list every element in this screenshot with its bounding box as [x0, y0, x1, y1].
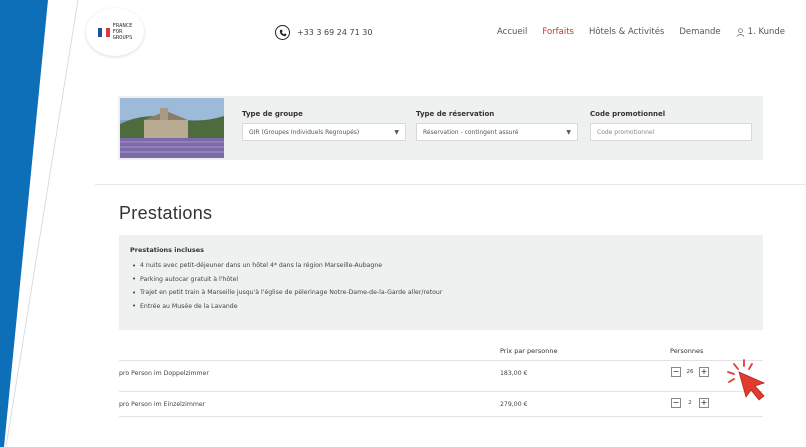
decrement-button[interactable]: − — [671, 367, 681, 377]
nav-demande[interactable]: Demande — [679, 27, 720, 37]
chevron-down-icon: ▼ — [566, 128, 571, 136]
persons-stepper: − 2 + — [671, 398, 709, 408]
reservation-type-filter: Type de réservation Réservation - contin… — [416, 110, 578, 141]
persons-column-header: Personnes — [670, 347, 704, 355]
persons-count[interactable]: 26 — [686, 369, 694, 375]
section-divider — [95, 184, 806, 185]
list-item: Entrée au Musée de la Lavande — [130, 302, 752, 310]
price-cell: 279,00 € — [500, 401, 528, 408]
included-services-list: 4 nuits avec petit-déjeuner dans un hôte… — [130, 262, 752, 311]
group-type-select[interactable]: GIR (Groupes Individuels Regroupés) ▼ — [242, 123, 406, 141]
table-row: pro Person im Einzelzimmer 279,00 € − 2 … — [119, 391, 763, 417]
chevron-down-icon: ▼ — [394, 128, 399, 136]
promo-code-placeholder: Code promotionnel — [597, 128, 655, 136]
persons-stepper: − 26 + — [671, 367, 709, 377]
list-item: 4 nuits avec petit-déjeuner dans un hôte… — [130, 262, 752, 270]
group-type-value: GIR (Groupes Individuels Regroupés) — [249, 128, 360, 136]
phone-contact[interactable]: +33 3 69 24 71 30 — [275, 25, 372, 40]
decrement-button[interactable]: − — [671, 398, 681, 408]
promo-code-label: Code promotionnel — [590, 110, 666, 118]
promo-code-input[interactable]: Code promotionnel — [590, 123, 752, 141]
group-type-label: Type de groupe — [242, 110, 303, 118]
list-item: Parking autocar gratuit à l'hôtel — [130, 275, 752, 283]
list-item: Trajet en petit train à Marseille jusqu'… — [130, 289, 752, 297]
page-title: Prestations — [119, 203, 213, 223]
room-type-cell: pro Person im Einzelzimmer — [119, 401, 206, 408]
nav-accueil[interactable]: Accueil — [497, 27, 527, 37]
package-filter-bar: Type de groupe GIR (Groupes Individuels … — [118, 96, 763, 160]
table-row: pro Person im Doppelzimmer 183,00 € − 26… — [119, 360, 763, 386]
user-account-menu[interactable]: 1. Kunde — [736, 27, 785, 37]
price-cell: 183,00 € — [500, 370, 528, 377]
decorative-blue-stripe — [0, 0, 48, 447]
room-type-cell: pro Person im Doppelzimmer — [119, 370, 209, 377]
logo-text: FRANCE FOR GROUPS — [112, 23, 133, 41]
reservation-type-select[interactable]: Réservation - contingent assuré ▼ — [416, 123, 578, 141]
promo-code-filter: Code promotionnel Code promotionnel — [590, 110, 752, 141]
user-icon — [736, 27, 745, 37]
included-services-title: Prestations incluses — [130, 246, 205, 254]
increment-button[interactable]: + — [699, 398, 709, 408]
reservation-type-value: Réservation - contingent assuré — [423, 128, 519, 136]
main-navigation: Accueil Forfaits Hôtels & Activités Dema… — [497, 27, 785, 37]
nav-hotels-activites[interactable]: Hôtels & Activités — [589, 27, 664, 37]
nav-forfaits[interactable]: Forfaits — [542, 27, 574, 37]
user-name: 1. Kunde — [747, 27, 786, 37]
included-services-panel: Prestations incluses 4 nuits avec petit-… — [119, 235, 763, 330]
reservation-type-label: Type de réservation — [416, 110, 495, 118]
price-column-header: Prix par personne — [500, 347, 558, 355]
phone-icon — [275, 25, 290, 40]
package-thumbnail — [120, 98, 224, 158]
persons-count[interactable]: 2 — [686, 400, 694, 406]
flag-icon — [97, 27, 110, 37]
click-cursor-icon — [727, 359, 766, 401]
group-type-filter: Type de groupe GIR (Groupes Individuels … — [242, 110, 406, 141]
increment-button[interactable]: + — [699, 367, 709, 377]
phone-number: +33 3 69 24 71 30 — [297, 28, 373, 37]
brand-logo[interactable]: FRANCE FOR GROUPS — [86, 8, 144, 56]
